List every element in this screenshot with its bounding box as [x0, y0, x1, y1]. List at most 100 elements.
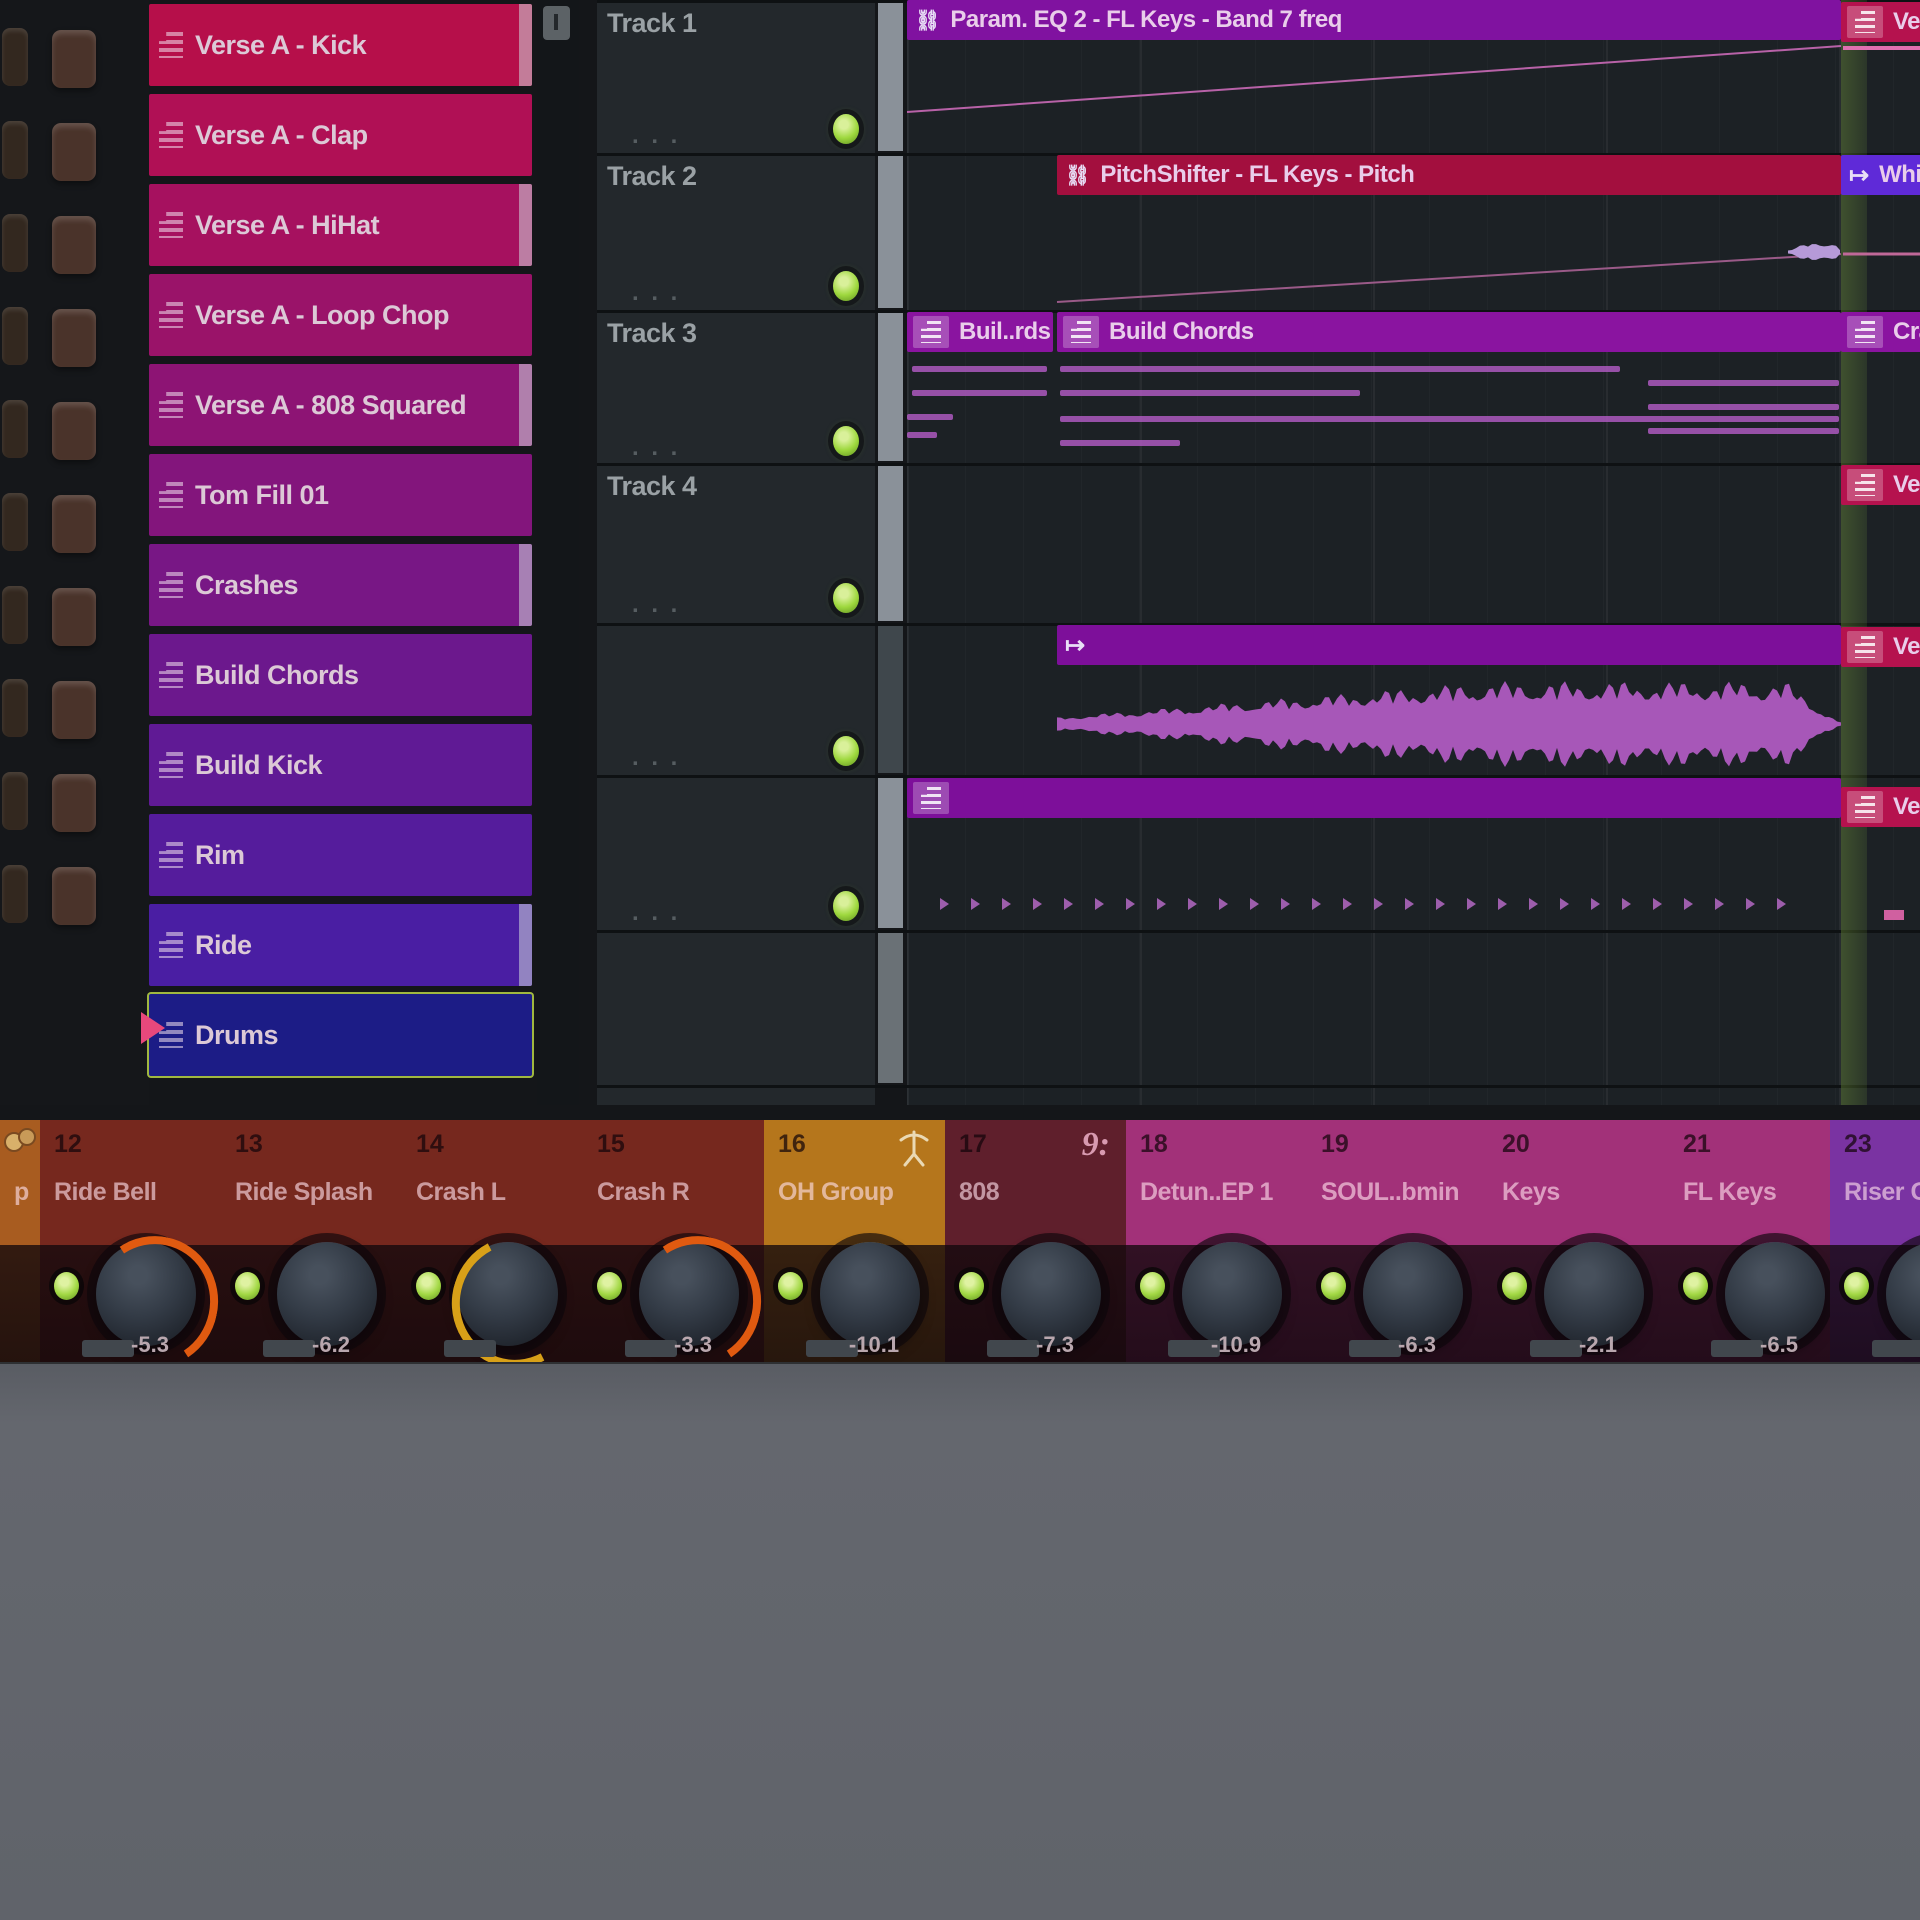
- pattern-clip[interactable]: Buil..rds: [907, 312, 1053, 352]
- channel-name[interactable]: Ride Splash: [235, 1178, 373, 1207]
- pattern-item[interactable]: Build Kick: [149, 724, 532, 806]
- track-color-strip[interactable]: [878, 625, 903, 773]
- pattern-name[interactable]: Build Chords: [195, 660, 359, 691]
- clip-title[interactable]: Cra: [1893, 318, 1920, 346]
- pattern-icon[interactable]: [159, 752, 183, 778]
- channel-value[interactable]: -6.2: [261, 1332, 401, 1358]
- background-pad[interactable]: [2, 493, 28, 551]
- channel-value[interactable]: -2.1: [1528, 1332, 1668, 1358]
- automation-icon[interactable]: ⛓: [915, 8, 940, 33]
- channel-number[interactable]: 20: [1502, 1130, 1530, 1159]
- channel-cell[interactable]: 13 Ride Splash -6.2: [221, 1120, 402, 1362]
- pattern-icon[interactable]: [1847, 6, 1883, 38]
- channel-number[interactable]: 16: [778, 1130, 806, 1159]
- automation-clip[interactable]: ⛓Param. EQ 2 - FL Keys - Band 7 freq: [907, 0, 1841, 40]
- pattern-icon[interactable]: [913, 782, 949, 814]
- pattern-item[interactable]: Tom Fill 01: [149, 454, 532, 536]
- background-pad[interactable]: [52, 495, 96, 553]
- drum-icon[interactable]: [18, 1128, 36, 1146]
- pattern-name[interactable]: Drums: [195, 1020, 278, 1051]
- channel-name[interactable]: Ride Bell: [54, 1178, 156, 1207]
- right-edge-clip[interactable]: Ver: [1841, 2, 1920, 42]
- pattern-item[interactable]: Rim: [149, 814, 532, 896]
- background-pad[interactable]: [2, 214, 28, 272]
- clip-title[interactable]: Ver: [1893, 8, 1920, 36]
- pattern-queue-cap[interactable]: [519, 4, 532, 86]
- clip-title[interactable]: Ver: [1893, 793, 1920, 821]
- channel-value[interactable]: -10.1: [804, 1332, 944, 1358]
- background-pad[interactable]: [2, 586, 28, 644]
- channel-led[interactable]: [959, 1272, 984, 1300]
- channel-name[interactable]: Crash R: [597, 1178, 689, 1207]
- channel-pan-knob[interactable]: [277, 1242, 377, 1346]
- channel-value[interactable]: -3.3: [623, 1332, 763, 1358]
- background-pad[interactable]: [2, 307, 28, 365]
- channel-led[interactable]: [1683, 1272, 1708, 1300]
- channel-cell[interactable]: 17808-7.39:: [945, 1120, 1126, 1362]
- pattern-icon[interactable]: [159, 302, 183, 328]
- pattern-item[interactable]: Build Chords: [149, 634, 532, 716]
- channel-cell[interactable]: 23Riser G-7: [1830, 1120, 1920, 1362]
- channel-cell[interactable]: 15 Crash R -3.3: [583, 1120, 764, 1362]
- right-edge-clip[interactable]: ↦Whi: [1841, 155, 1920, 195]
- channel-number[interactable]: 15: [597, 1130, 625, 1159]
- right-edge-clip[interactable]: Ver: [1841, 465, 1920, 505]
- channel-number[interactable]: 18: [1140, 1130, 1168, 1159]
- channel-name[interactable]: p: [14, 1178, 29, 1207]
- pattern-name[interactable]: Verse A - 808 Squared: [195, 390, 466, 421]
- track-color-strip[interactable]: [878, 155, 903, 308]
- automation-clip[interactable]: ⛓PitchShifter - FL Keys - Pitch: [1057, 155, 1841, 195]
- channel-cell[interactable]: 21FL Keys-6.5: [1669, 1120, 1830, 1362]
- channel-mute-button[interactable]: [444, 1340, 496, 1357]
- pattern-icon[interactable]: [159, 662, 183, 688]
- channel-value[interactable]: -6.3: [1347, 1332, 1487, 1358]
- channel-led[interactable]: [1140, 1272, 1165, 1300]
- track-color-strip[interactable]: [878, 465, 903, 621]
- channel-led[interactable]: [778, 1272, 803, 1300]
- pattern-name[interactable]: Crashes: [195, 570, 298, 601]
- track-color-strip[interactable]: [878, 777, 903, 928]
- background-pad[interactable]: [52, 123, 96, 181]
- pattern-icon[interactable]: [1847, 316, 1883, 348]
- channel-name[interactable]: FL Keys: [1683, 1178, 1776, 1207]
- pattern-item[interactable]: Verse A - Clap: [149, 94, 532, 176]
- channel-cell[interactable]: 12Ride Bell-5.3: [40, 1120, 221, 1362]
- background-pad[interactable]: [52, 774, 96, 832]
- channel-pan-knob[interactable]: [1182, 1242, 1282, 1346]
- pattern-queue-cap[interactable]: [519, 544, 532, 626]
- channel-value[interactable]: -5.3: [80, 1332, 220, 1358]
- channel-led[interactable]: [1844, 1272, 1869, 1300]
- channel-name[interactable]: Crash L: [416, 1178, 506, 1207]
- channel-cell[interactable]: 19SOUL..bmin-6.3: [1307, 1120, 1488, 1362]
- pattern-scrollbar[interactable]: [537, 0, 579, 1105]
- pattern-icon[interactable]: [1847, 791, 1883, 823]
- channel-cell[interactable]: 14 Crash L: [402, 1120, 583, 1362]
- pattern-item[interactable]: Verse A - Loop Chop: [149, 274, 532, 356]
- pattern-queue-cap[interactable]: [519, 364, 532, 446]
- channel-number[interactable]: 13: [235, 1130, 263, 1159]
- pattern-icon[interactable]: [159, 842, 183, 868]
- pattern-icon[interactable]: [913, 316, 949, 348]
- pattern-icon[interactable]: [1063, 316, 1099, 348]
- audio-clip[interactable]: ↦: [1057, 625, 1841, 665]
- track-color-strip[interactable]: [878, 932, 903, 1083]
- background-pad[interactable]: [2, 772, 28, 830]
- clip-title[interactable]: Whi: [1879, 161, 1920, 189]
- clip-title[interactable]: PitchShifter - FL Keys - Pitch: [1100, 161, 1414, 189]
- channel-number[interactable]: 14: [416, 1130, 444, 1159]
- pattern-item[interactable]: Verse A - HiHat: [149, 184, 532, 266]
- right-edge-clip[interactable]: Cra: [1841, 312, 1920, 352]
- background-pad[interactable]: [52, 216, 96, 274]
- pattern-icon[interactable]: [1847, 469, 1883, 501]
- drum-icon[interactable]: [4, 1128, 34, 1154]
- background-pad[interactable]: [2, 865, 28, 923]
- channel-pan-knob[interactable]: [1544, 1242, 1644, 1346]
- pattern-name[interactable]: Ride: [195, 930, 252, 961]
- background-pad[interactable]: [52, 867, 96, 925]
- bass-clef-icon[interactable]: 9:: [1082, 1126, 1110, 1164]
- channel-pan-knob[interactable]: [1001, 1242, 1101, 1346]
- pattern-item[interactable]: Drums: [149, 994, 532, 1076]
- channel-name[interactable]: SOUL..bmin: [1321, 1178, 1459, 1207]
- pattern-icon[interactable]: [1847, 631, 1883, 663]
- channel-pan-knob[interactable]: [1363, 1242, 1463, 1346]
